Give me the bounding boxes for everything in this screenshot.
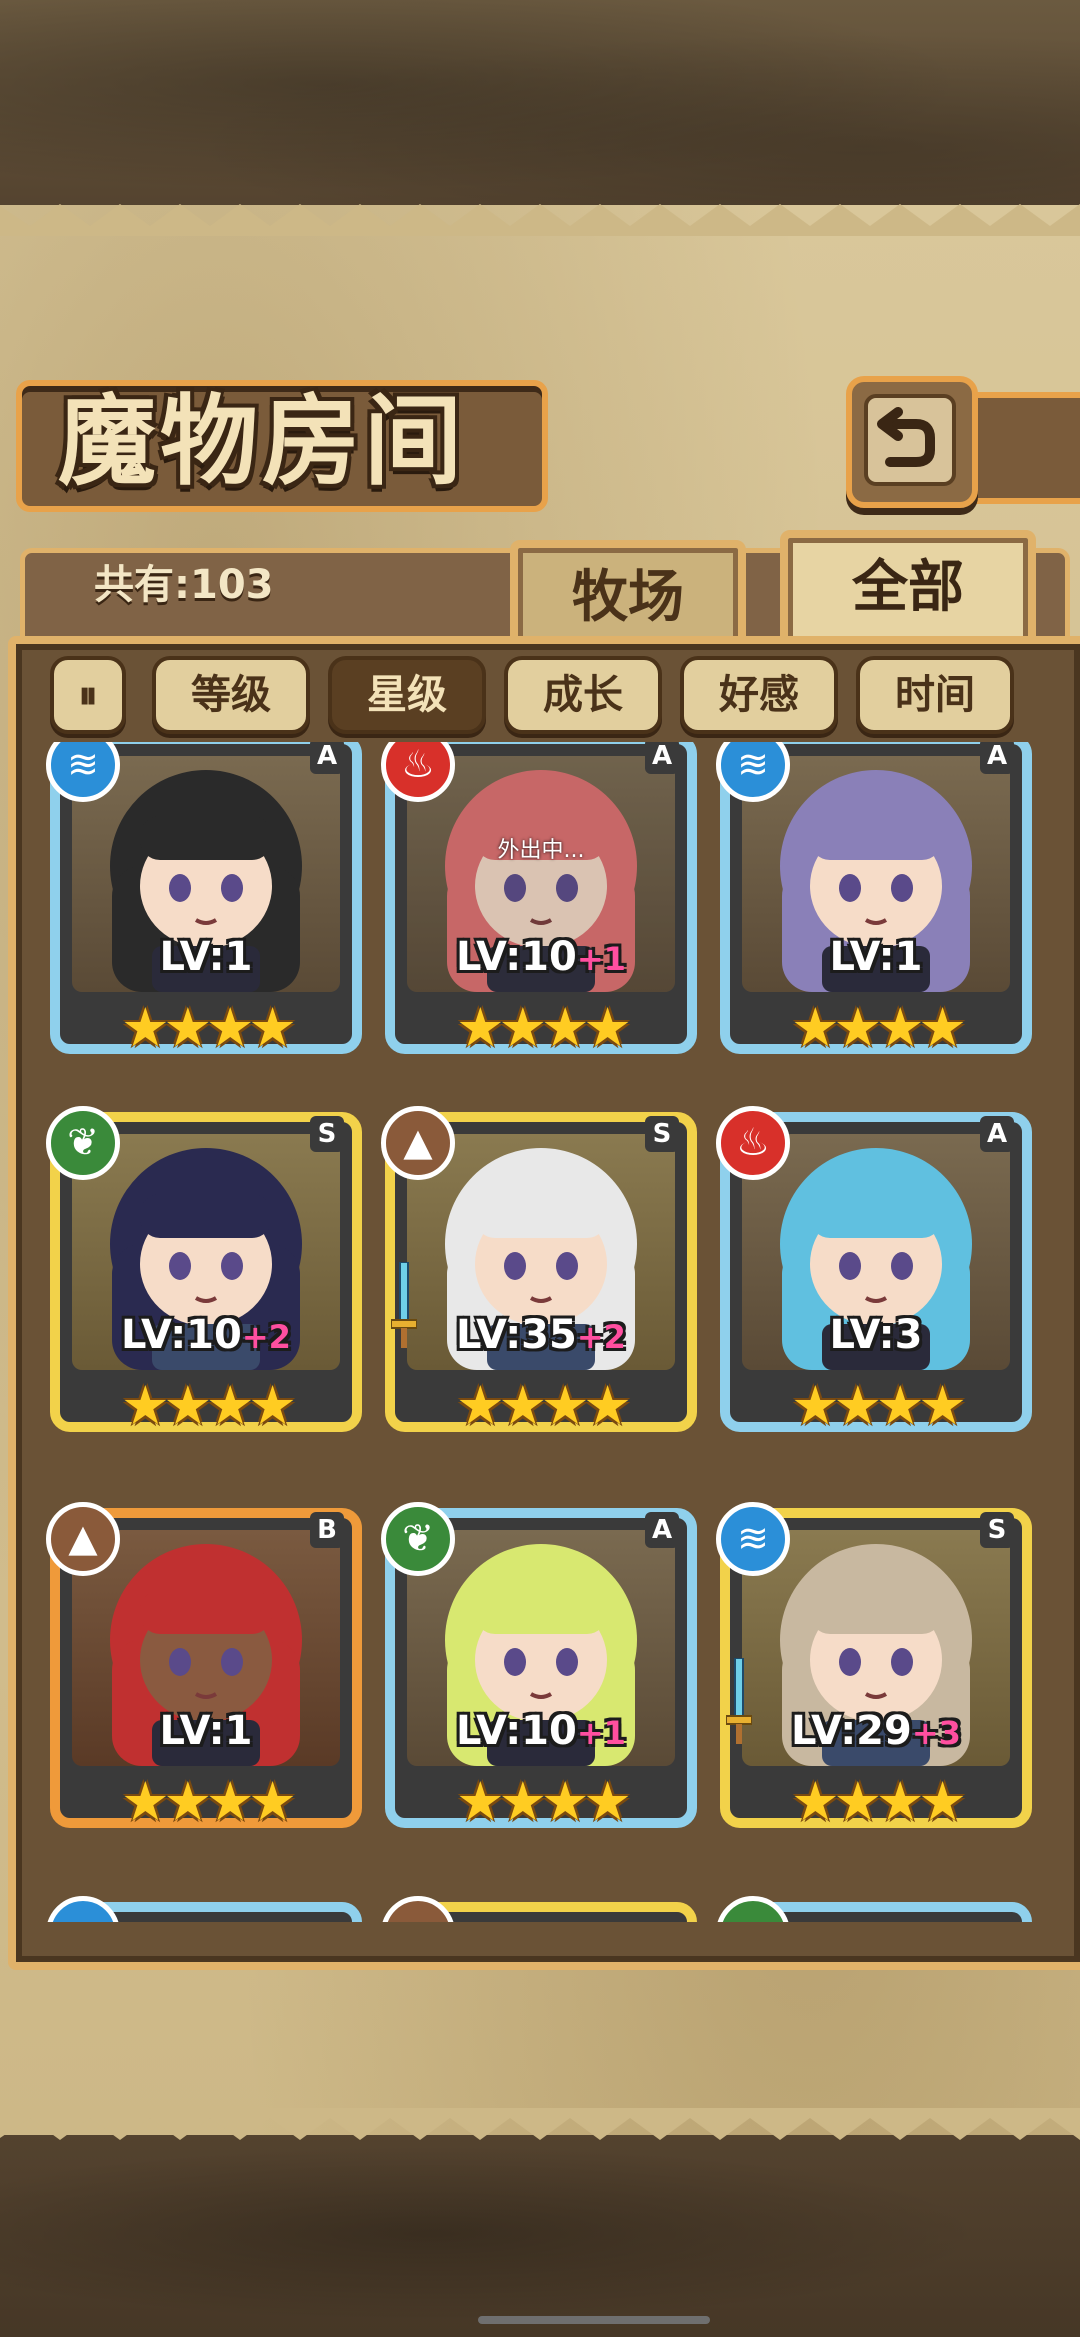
rank-badge: A (980, 1116, 1014, 1152)
rank-badge: B (310, 1512, 344, 1548)
level-value: LV:1 (159, 1708, 253, 1754)
rank-badge: A (645, 1512, 679, 1548)
rank-badge: A (310, 742, 344, 774)
water-element-icon (46, 1896, 120, 1922)
monster-card[interactable]: S ▲ LV:35+2 ★★★★ (381, 1106, 697, 1442)
level-label: LV:3 (720, 1312, 1032, 1358)
filter-level[interactable]: 等级 (152, 656, 310, 734)
earth-element-icon: ▲ (46, 1502, 120, 1576)
rank-badge: S (645, 1116, 679, 1152)
rank-badge: S (310, 1116, 344, 1152)
paper-torn-edge-bottom (0, 2108, 1080, 2140)
level-value: LV:10 (456, 1708, 577, 1754)
monster-grid: A ≋ LV:1 ★★★★ A ♨ 外出中... LV:10+1 ★★★★ A ≋ LV:1 ★★★★ S… (40, 742, 1040, 1922)
level-value: LV:10 (121, 1312, 242, 1358)
level-label: LV:10+2 (50, 1312, 362, 1358)
rank-badge: A (980, 742, 1014, 774)
level-label: LV:1 (720, 934, 1032, 980)
monster-card[interactable]: A ♨ 外出中... LV:10+1 ★★★★ (381, 742, 697, 1064)
back-button[interactable] (846, 376, 978, 508)
star-rating: ★★★★ (791, 1374, 967, 1437)
level-value: LV:10 (456, 934, 577, 980)
level-bonus: +1 (576, 1714, 626, 1752)
home-indicator (478, 2316, 710, 2324)
map-background-top (0, 0, 1080, 210)
earth-element-icon: ▲ (381, 1106, 455, 1180)
water-element-icon: ≋ (716, 1502, 790, 1576)
level-value: LV:1 (829, 934, 923, 980)
star-rating: ★★★★ (791, 1770, 967, 1833)
monster-card[interactable]: S ❦ LV:10+2 ★★★★ (46, 1106, 362, 1442)
level-label: LV:10+1 (385, 1708, 697, 1754)
wood-element-icon (716, 1896, 790, 1922)
back-button-rail (960, 392, 1080, 504)
level-bonus: +2 (241, 1318, 291, 1356)
rank-badge: A (645, 742, 679, 774)
monster-card[interactable]: A ≋ LV:1 ★★★★ (716, 742, 1032, 1064)
wood-element-icon: ❦ (46, 1106, 120, 1180)
level-value: LV:29 (791, 1708, 912, 1754)
map-background-bottom (0, 2130, 1080, 2337)
filter-affection[interactable]: 好感 (680, 656, 838, 734)
level-bonus: +1 (576, 940, 626, 978)
star-rating: ★★★★ (121, 1374, 297, 1437)
monster-card-partial[interactable] (381, 1896, 697, 1922)
star-rating: ★★★★ (121, 1770, 297, 1833)
level-label: LV:29+3 (720, 1708, 1032, 1754)
level-value: LV:1 (159, 934, 253, 980)
filter-star[interactable]: 星级 (328, 656, 486, 734)
earth-element-icon (381, 1896, 455, 1922)
monster-card[interactable]: A ♨ LV:3 ★★★★ (716, 1106, 1032, 1442)
filter-time[interactable]: 时间 (856, 656, 1014, 734)
star-rating: ★★★★ (456, 996, 632, 1059)
monster-card[interactable]: S ≋ LV:29+3 ★★★★ (716, 1502, 1032, 1838)
level-label: LV:1 (50, 934, 362, 980)
monster-count: 共有:103 (94, 562, 274, 608)
star-rating: ★★★★ (791, 996, 967, 1059)
level-value: LV:3 (829, 1312, 923, 1358)
page-title: 魔物房间 (58, 384, 467, 499)
rank-badge: S (980, 1512, 1014, 1548)
level-bonus: +3 (911, 1714, 961, 1752)
level-label: LV:35+2 (385, 1312, 697, 1358)
fire-element-icon: ♨ (716, 1106, 790, 1180)
filter-bar: ⏸ 等级 星级 成长 好感 时间 (30, 650, 1050, 736)
wood-element-icon: ❦ (381, 1502, 455, 1576)
return-arrow-icon (877, 407, 935, 467)
sort-icon: ⏸ (78, 673, 98, 717)
level-label: LV:10+1 (385, 934, 697, 980)
level-bonus: +2 (576, 1318, 626, 1356)
star-rating: ★★★★ (121, 996, 297, 1059)
monster-card[interactable]: B ▲ LV:1 ★★★★ (46, 1502, 362, 1838)
monster-card[interactable]: A ❦ LV:10+1 ★★★★ (381, 1502, 697, 1838)
monster-card-partial[interactable] (716, 1896, 1032, 1922)
star-rating: ★★★★ (456, 1374, 632, 1437)
monster-card-partial[interactable] (46, 1896, 362, 1922)
paper-torn-edge-top (0, 204, 1080, 236)
monster-card[interactable]: A ≋ LV:1 ★★★★ (46, 742, 362, 1064)
level-value: LV:35 (456, 1312, 577, 1358)
star-rating: ★★★★ (456, 1770, 632, 1833)
level-label: LV:1 (50, 1708, 362, 1754)
away-status: 外出中... (497, 838, 585, 863)
sort-order-toggle[interactable]: ⏸ (50, 656, 126, 734)
filter-growth[interactable]: 成长 (504, 656, 662, 734)
